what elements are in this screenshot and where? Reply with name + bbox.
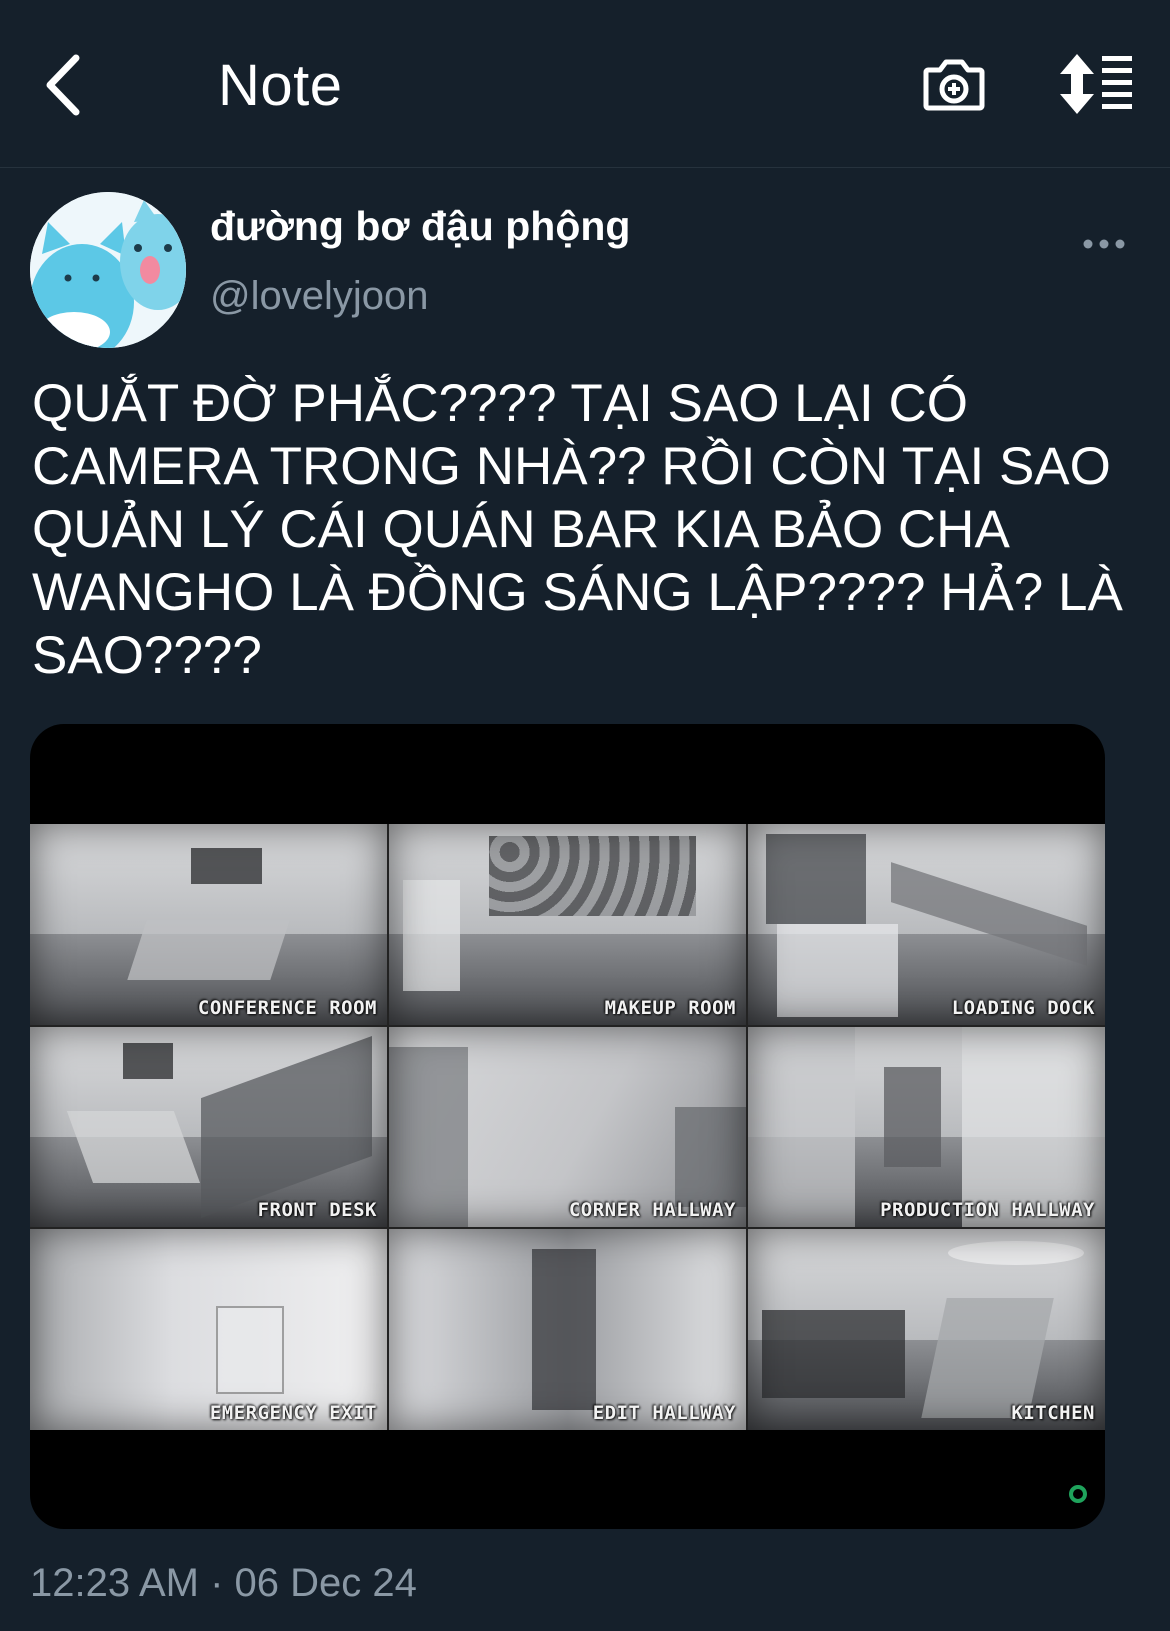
camera-label: EMERGENCY EXIT — [209, 1402, 377, 1424]
camera-label: FRONT DESK — [257, 1199, 377, 1222]
camera-feed: CORNER HALLWAY — [389, 1026, 746, 1228]
cat-avatar-icon — [30, 192, 186, 348]
camera-feed: MAKEUP ROOM — [389, 824, 746, 1025]
recording-indicator — [1069, 1485, 1087, 1503]
camera-label: CONFERENCE ROOM — [197, 996, 377, 1019]
tweet-text: QUẮT ĐỜ PHẮC???? TẠI SAO LẠI CÓ CAMERA T… — [32, 374, 1123, 685]
camera-label: KITCHEN — [1011, 1402, 1095, 1424]
camera-label: PRODUCTION HALLWAY — [880, 1199, 1095, 1222]
camera-label: CORNER HALLWAY — [568, 1199, 736, 1222]
avatar[interactable] — [30, 192, 186, 348]
camera-plus-icon — [923, 59, 985, 111]
camera-feed: EDIT HALLWAY — [389, 1229, 746, 1430]
camera-feed: LOADING DOCK — [748, 824, 1105, 1025]
tweet-media[interactable]: CONFERENCE ROOM MAKEUP ROOM LOADING DOCK… — [30, 724, 1105, 1529]
cctv-grid: CONFERENCE ROOM MAKEUP ROOM LOADING DOCK… — [30, 824, 1105, 1430]
camera-feed: EMERGENCY EXIT — [30, 1229, 387, 1430]
camera-feed: PRODUCTION HALLWAY — [748, 1026, 1105, 1228]
camera-label: EDIT HALLWAY — [592, 1402, 736, 1424]
chevron-left-icon — [46, 54, 80, 116]
camera-feed: CONFERENCE ROOM — [30, 824, 387, 1025]
camera-feed: KITCHEN — [748, 1229, 1105, 1430]
sort-button[interactable] — [1058, 52, 1134, 116]
back-button[interactable] — [40, 50, 90, 120]
camera-label: MAKEUP ROOM — [604, 996, 736, 1019]
top-bar: Note — [0, 0, 1170, 168]
camera-label: LOADING DOCK — [951, 996, 1095, 1019]
camera-button[interactable] — [922, 52, 986, 116]
tweet-timestamp: 12:23 AM · 06 Dec 24 — [30, 1561, 417, 1605]
camera-feed: FRONT DESK — [30, 1026, 387, 1228]
author-handle[interactable]: @lovelyjoon — [210, 274, 429, 319]
page-title: Note — [218, 53, 343, 118]
more-options-button[interactable] — [1082, 224, 1126, 264]
sort-list-icon — [1060, 54, 1132, 114]
more-horizontal-icon — [1083, 239, 1125, 249]
author-display-name[interactable]: đường bơ đậu phộng — [210, 203, 630, 250]
